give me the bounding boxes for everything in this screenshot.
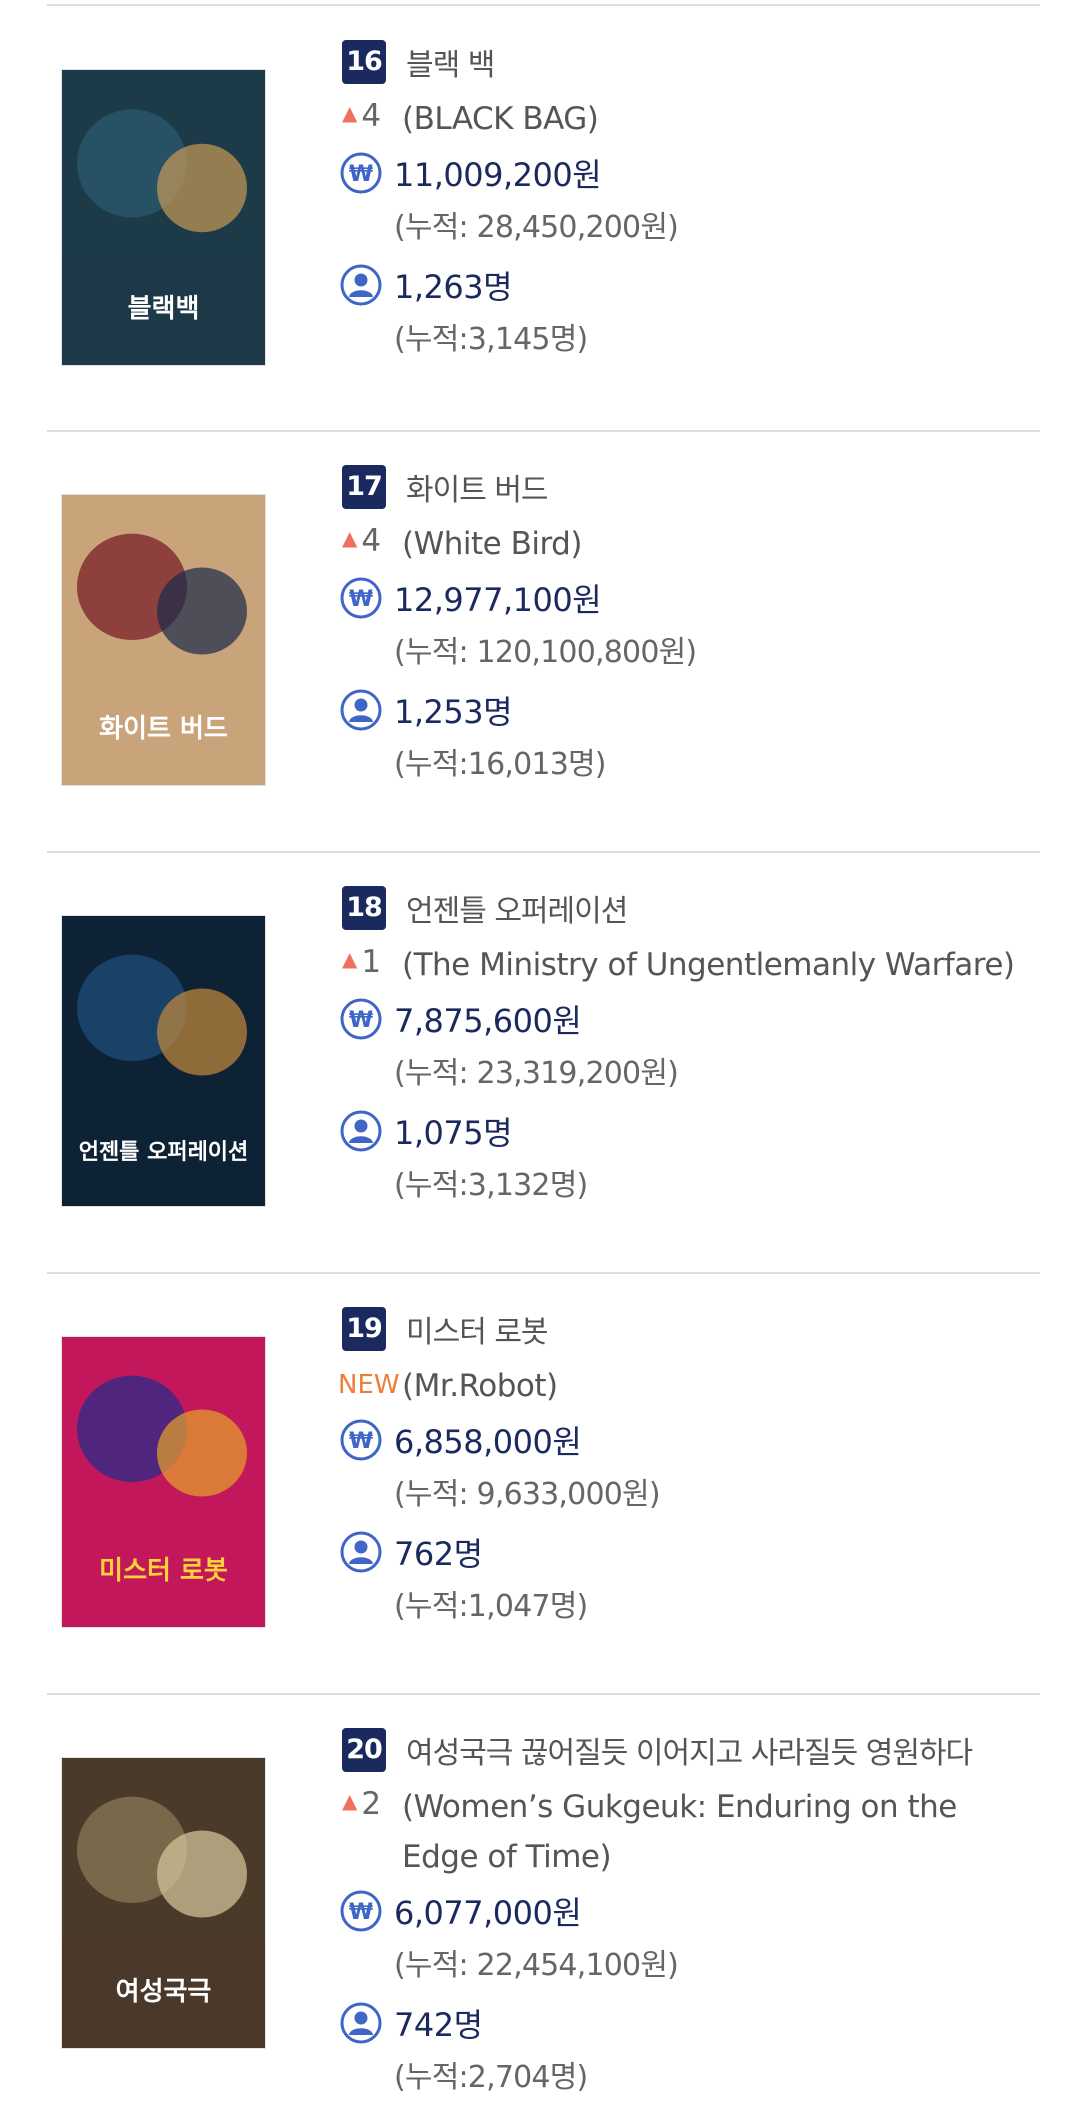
movie-title-en: (The Ministry of Ungentlemanly Warfare) [402, 947, 1015, 983]
revenue-value: 7,875,600원 [394, 1002, 582, 1040]
poster-title-text: 미스터 로봇 [99, 1556, 228, 1586]
rank-badge: 20 [342, 1728, 386, 1772]
audience-cumulative: (누적:2,704명) [394, 2060, 588, 2095]
arrow-up-icon: ▲ [342, 1789, 358, 1813]
movie-title-en: (Women’s Gukgeuk: Enduring on the Edge o… [402, 1789, 957, 1875]
rank-badge: 18 [342, 886, 386, 930]
revenue-cumulative: (누적: 9,633,000원) [394, 1477, 661, 1512]
rank-change: ▲ 4 [342, 519, 397, 563]
poster-title-text: 여성국극 [115, 1977, 212, 2007]
rank-row: 16 블랙 백 [342, 40, 495, 84]
movie-title-en: (White Bird) [402, 526, 582, 562]
revenue-value: 6,858,000원 [394, 1423, 582, 1461]
rank-change: ▲ 4 [342, 94, 397, 138]
rank-row: 18 언젠틀 오퍼레이션 [342, 886, 628, 930]
rank-change: ▲ 1 [342, 940, 397, 984]
movie-poster[interactable]: 블랙백 [62, 70, 265, 365]
rank-change: NEW [338, 1361, 400, 1405]
svg-text:₩: ₩ [349, 587, 373, 612]
rank-row: 19 미스터 로봇 [342, 1307, 549, 1351]
rank-badge: 19 [342, 1307, 386, 1351]
svg-text:₩: ₩ [349, 162, 373, 187]
movie-title-ko[interactable]: 미스터 로봇 [406, 1307, 549, 1351]
movie-title-ko[interactable]: 화이트 버드 [406, 465, 549, 509]
rank-change-value: 1 [361, 944, 382, 980]
audience-value: 1,075명 [394, 1114, 513, 1152]
movie-poster[interactable]: 여성국극 [62, 1758, 265, 2048]
movie-poster[interactable]: 언젠틀 오퍼레이션 [62, 916, 265, 1206]
revenue-value: 6,077,000원 [394, 1894, 582, 1932]
rank-badge: 17 [342, 465, 386, 509]
svg-text:₩: ₩ [349, 1008, 373, 1033]
person-icon [340, 2002, 382, 2044]
divider [47, 851, 1040, 853]
poster-title-text: 블랙백 [127, 294, 200, 324]
movie-title-ko[interactable]: 블랙 백 [406, 40, 495, 84]
person-icon [340, 1531, 382, 1573]
movie-poster[interactable]: 화이트 버드 [62, 495, 265, 785]
audience-value: 742명 [394, 2006, 483, 2044]
won-icon: ₩ [340, 998, 382, 1040]
svg-text:₩: ₩ [349, 1429, 373, 1454]
audience-cumulative: (누적:16,013명) [394, 747, 606, 782]
arrow-up-icon: ▲ [342, 947, 358, 971]
movie-poster[interactable]: 미스터 로봇 [62, 1337, 265, 1627]
revenue-value: 12,977,100원 [394, 581, 602, 619]
audience-cumulative: (누적:1,047명) [394, 1589, 588, 1624]
person-icon [340, 689, 382, 731]
revenue-value: 11,009,200원 [394, 156, 602, 194]
rank-change-value: 4 [361, 523, 382, 559]
movie-title-en: (Mr.Robot) [402, 1368, 558, 1404]
poster-title-text: 화이트 버드 [99, 714, 228, 744]
revenue-cumulative: (누적: 120,100,800원) [394, 635, 697, 670]
divider [47, 1272, 1040, 1274]
rank-row: 20 여성국극 끊어질듯 이어지고 사라질듯 영원하다 [342, 1728, 973, 1772]
audience-value: 1,263명 [394, 268, 513, 306]
audience-value: 762명 [394, 1535, 483, 1573]
movie-title-en: (BLACK BAG) [402, 101, 599, 137]
rank-row: 17 화이트 버드 [342, 465, 549, 509]
won-icon: ₩ [340, 152, 382, 194]
won-icon: ₩ [340, 577, 382, 619]
arrow-up-icon: ▲ [342, 526, 358, 550]
revenue-cumulative: (누적: 28,450,200원) [394, 210, 679, 245]
audience-cumulative: (누적:3,132명) [394, 1168, 588, 1203]
revenue-cumulative: (누적: 22,454,100원) [394, 1948, 679, 1983]
rank-change-value: 2 [361, 1786, 382, 1822]
audience-cumulative: (누적:3,145명) [394, 322, 588, 357]
arrow-up-icon: ▲ [342, 101, 358, 125]
revenue-cumulative: (누적: 23,319,200원) [394, 1056, 679, 1091]
movie-title-ko[interactable]: 언젠틀 오퍼레이션 [406, 886, 628, 930]
movie-title-ko[interactable]: 여성국극 끊어질듯 이어지고 사라질듯 영원하다 [406, 1728, 973, 1772]
new-badge: NEW [338, 1370, 400, 1400]
won-icon: ₩ [340, 1890, 382, 1932]
person-icon [340, 1110, 382, 1152]
rank-change: ▲ 2 [342, 1782, 397, 1826]
won-icon: ₩ [340, 1419, 382, 1461]
audience-value: 1,253명 [394, 693, 513, 731]
poster-title-text: 언젠틀 오퍼레이션 [78, 1140, 249, 1165]
divider [47, 4, 1040, 6]
rank-change-value: 4 [361, 98, 382, 134]
divider [47, 430, 1040, 432]
person-icon [340, 264, 382, 306]
svg-text:₩: ₩ [349, 1900, 373, 1925]
divider [47, 1693, 1040, 1695]
rank-badge: 16 [342, 40, 386, 84]
